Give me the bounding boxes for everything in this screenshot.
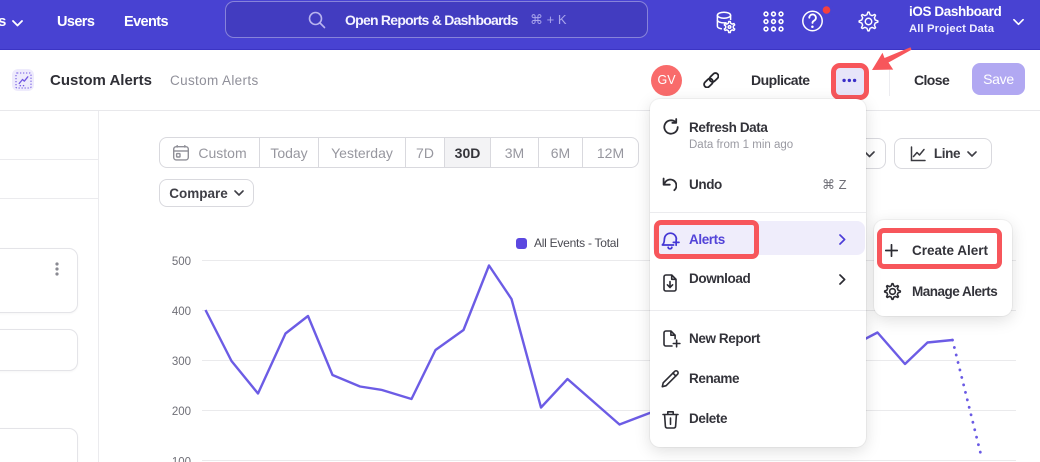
svg-text:500: 500: [172, 256, 191, 268]
svg-text:200: 200: [172, 406, 191, 418]
svg-text:400: 400: [172, 306, 191, 318]
svg-text:300: 300: [172, 356, 191, 368]
svg-text:100: 100: [172, 457, 191, 462]
